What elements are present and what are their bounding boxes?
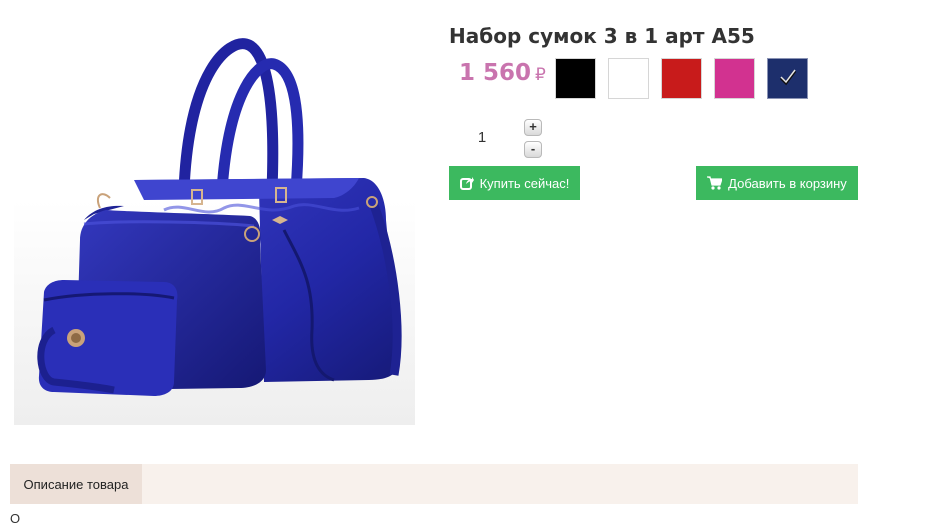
color-swatch-pink[interactable]: [714, 58, 755, 99]
product-tabs: Описание товара: [10, 464, 858, 504]
color-swatch-black[interactable]: [555, 58, 596, 99]
buy-now-label: Купить сейчас!: [479, 175, 570, 191]
quantity-decrease-button[interactable]: -: [524, 141, 542, 158]
product-image: [14, 30, 415, 425]
quantity-increase-button[interactable]: +: [524, 119, 542, 136]
share-icon: [459, 177, 474, 190]
price-value: 1 560: [459, 60, 532, 86]
quantity-value[interactable]: 1: [472, 129, 492, 146]
color-swatch-red[interactable]: [661, 58, 702, 99]
tab-description[interactable]: Описание товара: [10, 464, 142, 504]
buy-now-button[interactable]: Купить сейчас!: [449, 166, 580, 200]
description-text: О: [10, 511, 21, 526]
add-to-cart-label: Добавить в корзину: [728, 175, 847, 191]
add-to-cart-button[interactable]: Добавить в корзину: [696, 166, 858, 200]
cart-icon: [707, 176, 723, 190]
product-title: Набор сумок 3 в 1 арт A55: [449, 24, 755, 48]
currency-symbol: ₽: [535, 65, 546, 85]
color-swatch-navy[interactable]: [767, 58, 808, 99]
checkmark-icon: [779, 69, 797, 86]
color-swatch-white[interactable]: [608, 58, 649, 99]
product-price: 1 560 ₽: [459, 60, 546, 86]
